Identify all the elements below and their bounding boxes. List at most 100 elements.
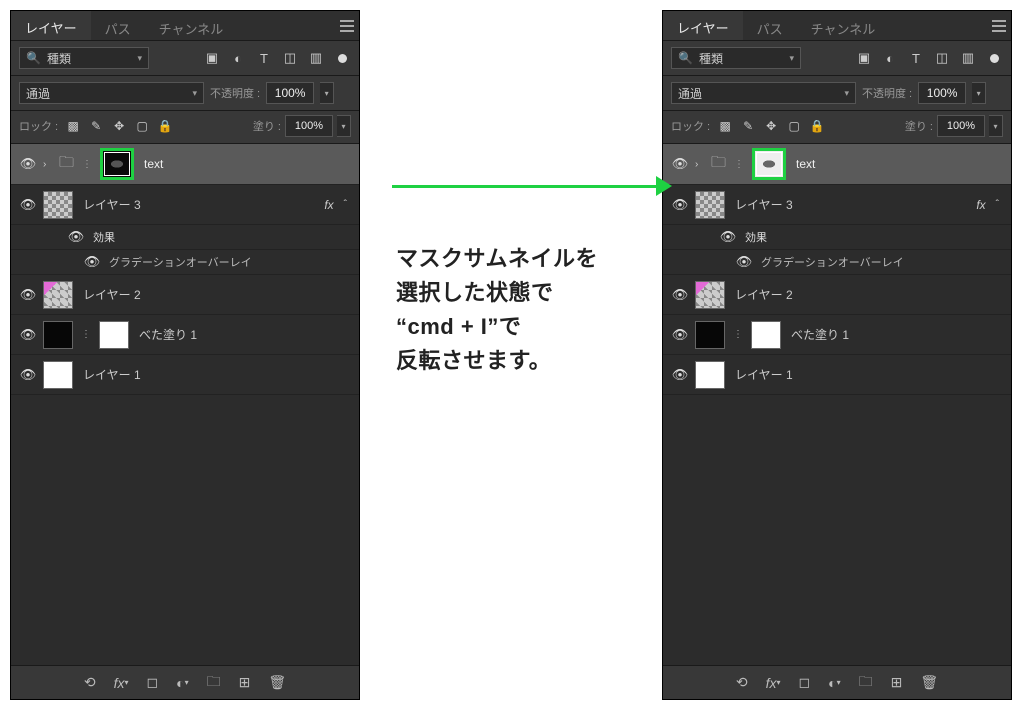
layer-name[interactable]: text	[792, 157, 1003, 171]
layer-name[interactable]: べた塗り 1	[135, 326, 351, 343]
layer-solid-1[interactable]: 👁 ⋮ べた塗り 1	[11, 315, 359, 355]
filter-shape-icon[interactable]: ◫	[934, 50, 950, 66]
visibility-toggle[interactable]: 👁	[671, 327, 689, 343]
layer-solid-1[interactable]: 👁 ⋮ べた塗り 1	[663, 315, 1011, 355]
opacity-dropdown[interactable]: ▾	[320, 82, 334, 104]
filter-shape-icon[interactable]: ◫	[282, 50, 298, 66]
layer-1[interactable]: 👁 レイヤー 1	[11, 355, 359, 395]
opacity-value[interactable]: 100%	[266, 82, 314, 104]
visibility-toggle[interactable]: 👁	[19, 367, 37, 383]
lock-move-icon[interactable]: ✥	[763, 118, 779, 134]
blend-mode-select[interactable]: 通過 ▾	[19, 82, 204, 104]
lock-brush-icon[interactable]: ✎	[740, 118, 756, 134]
filter-toggle-dot[interactable]	[990, 54, 999, 63]
tab-channels[interactable]: チャンネル	[797, 11, 890, 40]
layer-name[interactable]: レイヤー 2	[79, 286, 351, 303]
panel-menu-icon[interactable]	[987, 11, 1011, 40]
fx-badge[interactable]: fx	[324, 198, 333, 212]
lock-artboard-icon[interactable]: ▢	[134, 118, 150, 134]
layer-name[interactable]: べた塗り 1	[787, 326, 1003, 343]
effect-gradient-overlay[interactable]: 👁 グラデーションオーバーレイ	[663, 250, 1011, 275]
filter-kind-select[interactable]: 🔍 種類 ▾	[671, 47, 801, 69]
link-mask-icon[interactable]: ⋮	[81, 329, 91, 340]
fx-menu-icon[interactable]: fx▾	[114, 675, 129, 691]
tab-layers[interactable]: レイヤー	[11, 11, 91, 40]
filter-kind-select[interactable]: 🔍 種類 ▾	[19, 47, 149, 69]
visibility-toggle[interactable]: 👁	[67, 229, 85, 245]
lock-brush-icon[interactable]: ✎	[88, 118, 104, 134]
layer-name[interactable]: レイヤー 2	[731, 286, 1003, 303]
lock-move-icon[interactable]: ✥	[111, 118, 127, 134]
opacity-dropdown[interactable]: ▾	[972, 82, 986, 104]
layer-thumbnail[interactable]	[43, 281, 73, 309]
fill-value[interactable]: 100%	[285, 115, 333, 137]
layer-2[interactable]: 👁 レイヤー 2	[663, 275, 1011, 315]
layer-2[interactable]: 👁 レイヤー 2	[11, 275, 359, 315]
expand-icon[interactable]: ›	[43, 159, 53, 170]
filter-type-icon[interactable]: T	[256, 50, 272, 66]
blend-mode-select[interactable]: 通過 ▾	[671, 82, 856, 104]
delete-layer-icon[interactable]: 🗑	[920, 674, 938, 691]
tab-paths[interactable]: パス	[743, 11, 797, 40]
expand-icon[interactable]: ›	[695, 159, 705, 170]
layer-name[interactable]: レイヤー 3	[79, 196, 318, 213]
new-group-icon[interactable]: 🗀	[207, 671, 221, 695]
effect-gradient-overlay[interactable]: 👁 グラデーションオーバーレイ	[11, 250, 359, 275]
mask-thumbnail-selected-inverted[interactable]	[752, 148, 786, 180]
new-layer-icon[interactable]: ⊞	[239, 674, 251, 691]
opacity-value[interactable]: 100%	[918, 82, 966, 104]
link-layers-icon[interactable]: ⟲	[736, 674, 748, 691]
layer-name[interactable]: レイヤー 3	[731, 196, 970, 213]
visibility-toggle[interactable]: 👁	[19, 287, 37, 303]
adjustment-layer-icon[interactable]: ◐▾	[828, 675, 840, 691]
layer-thumbnail[interactable]	[695, 281, 725, 309]
lock-all-icon[interactable]: 🔒	[157, 118, 173, 134]
filter-adjust-icon[interactable]: ◐	[230, 50, 246, 66]
filter-type-icon[interactable]: T	[908, 50, 924, 66]
visibility-toggle[interactable]: 👁	[671, 197, 689, 213]
visibility-toggle[interactable]: 👁	[719, 229, 737, 245]
fx-menu-icon[interactable]: fx▾	[766, 675, 781, 691]
link-mask-icon[interactable]: ⋮	[733, 329, 743, 340]
tab-channels[interactable]: チャンネル	[145, 11, 238, 40]
layer-thumbnail[interactable]	[695, 321, 725, 349]
fill-dropdown[interactable]: ▾	[337, 115, 351, 137]
filter-adjust-icon[interactable]: ◐	[882, 50, 898, 66]
layer-text-group[interactable]: 👁 › 🗀 ⋮ text	[663, 144, 1011, 185]
layer-3[interactable]: 👁 レイヤー 3 fx ˆ	[663, 185, 1011, 225]
layer-name[interactable]: レイヤー 1	[731, 366, 1003, 383]
visibility-toggle[interactable]: 👁	[19, 156, 37, 172]
layer-thumbnail[interactable]	[695, 361, 725, 389]
layer-name[interactable]: レイヤー 1	[79, 366, 351, 383]
lock-transparency-icon[interactable]: ▩	[65, 118, 81, 134]
layer-text-group[interactable]: 👁 › 🗀 ⋮ text	[11, 144, 359, 185]
filter-image-icon[interactable]: ▣	[204, 50, 220, 66]
new-group-icon[interactable]: 🗀	[859, 671, 873, 695]
add-mask-icon[interactable]: ◻︎	[799, 674, 811, 691]
visibility-toggle[interactable]: 👁	[19, 197, 37, 213]
visibility-toggle[interactable]: 👁	[671, 156, 689, 172]
fx-expand-icon[interactable]: ˆ	[992, 199, 1003, 210]
lock-all-icon[interactable]: 🔒	[809, 118, 825, 134]
layer-thumbnail[interactable]	[43, 321, 73, 349]
link-layers-icon[interactable]: ⟲	[84, 674, 96, 691]
fill-dropdown[interactable]: ▾	[989, 115, 1003, 137]
tab-paths[interactable]: パス	[91, 11, 145, 40]
filter-image-icon[interactable]: ▣	[856, 50, 872, 66]
lock-transparency-icon[interactable]: ▩	[717, 118, 733, 134]
filter-smart-icon[interactable]: ▥	[308, 50, 324, 66]
fill-value[interactable]: 100%	[937, 115, 985, 137]
layer-name[interactable]: text	[140, 157, 351, 171]
layer-thumbnail[interactable]	[43, 361, 73, 389]
add-mask-icon[interactable]: ◻︎	[147, 674, 159, 691]
tab-layers[interactable]: レイヤー	[663, 11, 743, 40]
panel-menu-icon[interactable]	[335, 11, 359, 40]
visibility-toggle[interactable]: 👁	[83, 254, 101, 270]
mask-thumbnail-selected[interactable]	[100, 148, 134, 180]
lock-artboard-icon[interactable]: ▢	[786, 118, 802, 134]
mask-thumbnail[interactable]	[99, 321, 129, 349]
fx-expand-icon[interactable]: ˆ	[340, 199, 351, 210]
fx-badge[interactable]: fx	[976, 198, 985, 212]
visibility-toggle[interactable]: 👁	[735, 254, 753, 270]
layer-thumbnail[interactable]	[43, 191, 73, 219]
